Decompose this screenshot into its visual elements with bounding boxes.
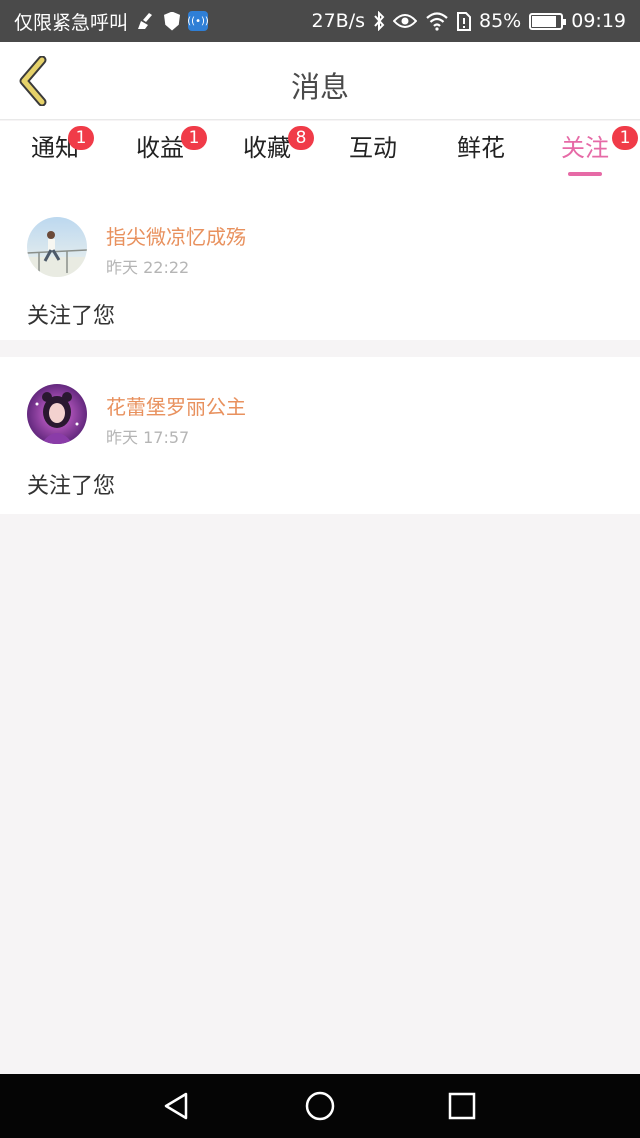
tab-label: 收益 — [136, 134, 184, 162]
list-item[interactable]: 花蕾堡罗丽公主 昨天 17:57 关注了您 — [0, 357, 640, 514]
eye-icon — [393, 14, 417, 28]
tab-favorites[interactable]: 收藏 8 — [212, 126, 322, 187]
username[interactable]: 指尖微凉忆成殇 — [106, 221, 246, 250]
message-text: 关注了您 — [27, 304, 116, 329]
message-time: 昨天 22:22 — [106, 258, 190, 277]
tab-label: 关注 — [561, 134, 609, 162]
message-text: 关注了您 — [27, 474, 116, 499]
header: 消息 — [0, 42, 640, 120]
tab-label: 收藏 — [243, 134, 291, 162]
message-time: 昨天 17:57 — [106, 428, 190, 447]
home-circle-icon[interactable] — [303, 1089, 337, 1123]
tab-badge: 1 — [612, 126, 638, 150]
broom-icon — [138, 13, 153, 29]
battery-percent: 85% — [479, 10, 522, 32]
net-speed: 27B/s — [311, 10, 365, 32]
battery-fill — [532, 15, 557, 27]
tab-badge: 8 — [288, 126, 314, 150]
username[interactable]: 花蕾堡罗丽公主 — [106, 391, 246, 420]
battery-icon — [529, 12, 567, 30]
tab-badge: 1 — [68, 126, 94, 150]
recents-square-icon[interactable] — [445, 1089, 479, 1123]
wifi-hotspot-icon: ((•)) — [187, 11, 209, 31]
tab-flowers[interactable]: 鲜花 — [426, 133, 536, 187]
active-tab-indicator — [568, 172, 602, 176]
back-triangle-icon[interactable] — [160, 1089, 194, 1123]
avatar[interactable] — [27, 217, 87, 277]
clock: 09:19 — [571, 10, 626, 32]
tab-badge: 1 — [181, 126, 207, 150]
avatar[interactable] — [27, 384, 87, 444]
bluetooth-icon — [374, 11, 385, 31]
system-nav-bar — [0, 1074, 640, 1138]
tab-earnings[interactable]: 收益 1 — [105, 126, 215, 187]
tab-label: 互动 — [349, 134, 397, 162]
tab-label: 鲜花 — [457, 134, 505, 162]
tab-interactions[interactable]: 互动 — [318, 133, 428, 187]
tab-bar: 通知 1 收益 1 收藏 8 互动 鲜花 关注 1 — [0, 121, 640, 187]
status-bar: 仅限紧急呼叫 ((•)) 27B/s 85% 09:19 — [0, 0, 640, 42]
wifi-icon — [426, 12, 448, 31]
tab-notifications[interactable]: 通知 1 — [0, 126, 110, 187]
carrier-text: 仅限紧急呼叫 — [14, 11, 129, 34]
list-item[interactable]: 指尖微凉忆成殇 昨天 22:22 关注了您 — [0, 187, 640, 340]
shield-icon — [164, 11, 181, 31]
page-title: 消息 — [290, 70, 349, 104]
tab-follows[interactable]: 关注 1 — [530, 126, 640, 187]
sim-icon — [457, 11, 471, 31]
